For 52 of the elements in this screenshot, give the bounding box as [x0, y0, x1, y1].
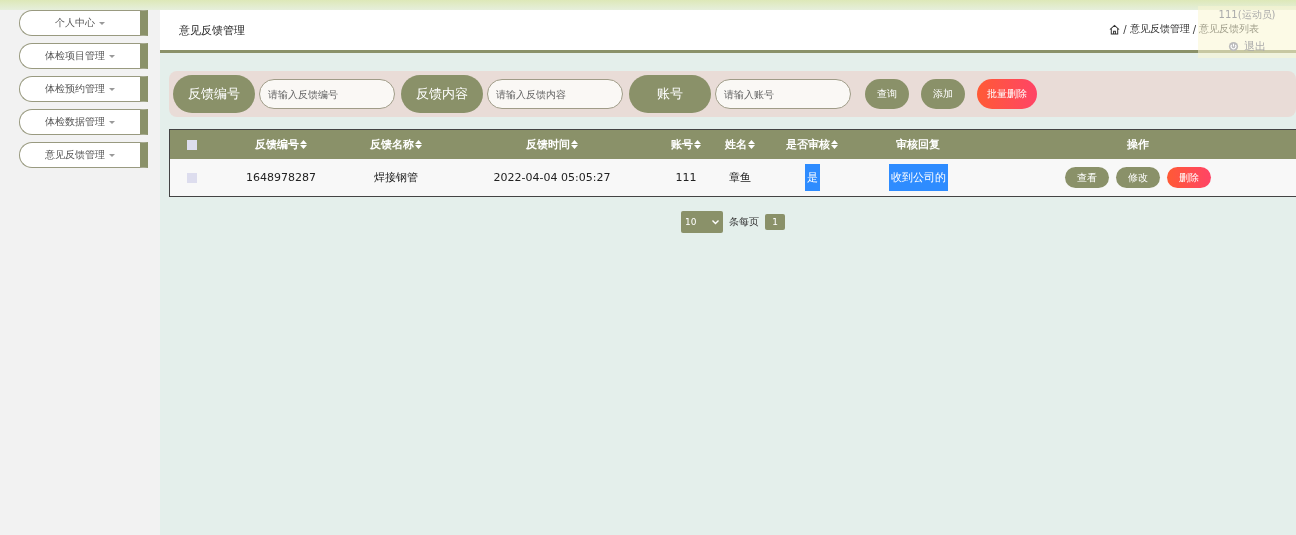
sidebar-item[interactable]: 个人中心: [19, 10, 148, 36]
sort-icon[interactable]: [571, 140, 578, 149]
batch-delete-button[interactable]: 批量删除: [977, 79, 1037, 109]
table-cell-text: 焊接钢管: [373, 170, 419, 185]
table-cell-text: 章鱼: [728, 170, 752, 185]
table-cell-text: 1648978287: [245, 171, 317, 184]
field-label: 反馈内容: [401, 75, 483, 113]
breadcrumb-item[interactable]: 意见反馈列表: [1199, 22, 1259, 36]
row-action-button[interactable]: 查看: [1065, 167, 1109, 188]
sort-icon[interactable]: [694, 140, 701, 149]
sidebar-item[interactable]: 体检预约管理: [19, 76, 148, 102]
checkbox[interactable]: [187, 139, 197, 150]
home-icon[interactable]: [1109, 23, 1121, 35]
sidebar-item[interactable]: 体检项目管理: [19, 43, 148, 69]
sort-icon[interactable]: [415, 140, 422, 149]
column-header[interactable]: 账号: [671, 137, 701, 152]
page-button[interactable]: 1: [765, 214, 785, 230]
search-field[interactable]: 请输入账号: [715, 79, 851, 109]
field-label: 账号: [629, 75, 711, 113]
breadcrumb-separator: /: [1123, 23, 1127, 35]
delete-button[interactable]: 删除: [1167, 167, 1211, 188]
column-header[interactable]: 反馈时间: [526, 137, 578, 152]
page-size-select[interactable]: 10: [681, 211, 723, 233]
search-field[interactable]: 请输入反馈编号: [259, 79, 395, 109]
table-cell: 是: [804, 164, 820, 191]
row-action-button[interactable]: 修改: [1116, 167, 1160, 188]
breadcrumb-separator: /: [1192, 23, 1196, 35]
sort-icon[interactable]: [300, 140, 307, 149]
checkbox[interactable]: [187, 172, 197, 183]
sort-icon[interactable]: [748, 140, 755, 149]
table-cell-text: 111: [674, 171, 698, 184]
search-field[interactable]: 请输入反馈内容: [487, 79, 623, 109]
per-page-label: 条每页: [729, 215, 759, 229]
page-title: 意见反馈管理: [179, 22, 245, 38]
logout-link[interactable]: 退出: [1228, 39, 1266, 54]
column-header[interactable]: 审核回复: [896, 137, 940, 152]
column-header[interactable]: 反馈名称: [370, 137, 422, 152]
breadcrumb-item[interactable]: 意见反馈管理: [1129, 22, 1190, 36]
table-cell: 收到公司的: [888, 164, 948, 191]
column-header[interactable]: 姓名: [725, 137, 755, 152]
column-header[interactable]: 是否审核: [786, 137, 838, 152]
field-label: 反馈编号: [173, 75, 255, 113]
sidebar-item[interactable]: 意见反馈管理: [19, 142, 148, 168]
table-cell-text: 2022-04-04 05:05:27: [492, 171, 612, 184]
chevron-down-icon: [712, 219, 719, 225]
column-header[interactable]: 反馈编号: [255, 137, 307, 152]
column-header[interactable]: 操作: [1127, 137, 1149, 152]
user-name: 111(运动员): [1218, 8, 1276, 22]
action-button[interactable]: 查询: [865, 79, 909, 109]
sort-icon[interactable]: [831, 140, 838, 149]
sidebar-item[interactable]: 体检数据管理: [19, 109, 148, 135]
action-button[interactable]: 添加: [921, 79, 965, 109]
